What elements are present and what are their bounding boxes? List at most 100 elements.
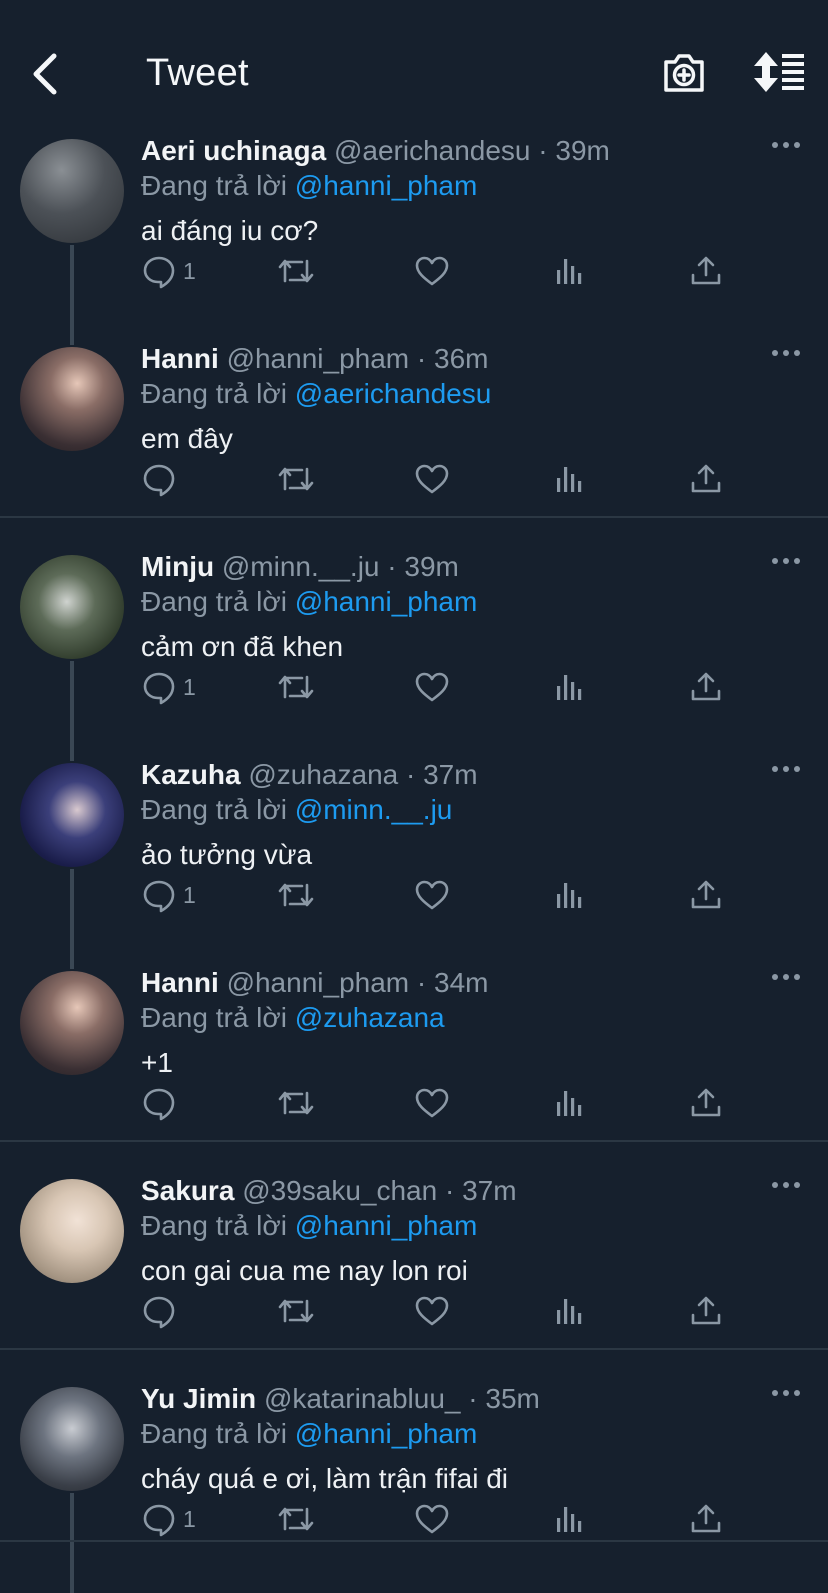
reply-button[interactable]: 1 xyxy=(141,667,196,707)
replying-to-handle[interactable]: @hanni_pham xyxy=(295,170,478,201)
like-icon xyxy=(415,1296,449,1326)
share-icon xyxy=(691,256,721,285)
avatar[interactable] xyxy=(20,1387,124,1491)
reply-button[interactable]: 1 xyxy=(141,1499,196,1539)
tweet-text: +1 xyxy=(141,1047,173,1078)
reply-icon xyxy=(143,672,175,705)
like-button[interactable] xyxy=(414,1083,450,1123)
reply-button[interactable] xyxy=(141,1083,183,1123)
views-button[interactable] xyxy=(552,875,588,915)
retweet-button[interactable] xyxy=(276,1291,316,1331)
avatar[interactable] xyxy=(20,1179,124,1283)
reply-button[interactable] xyxy=(141,1291,183,1331)
retweet-button[interactable] xyxy=(276,459,316,499)
views-button[interactable] xyxy=(552,1499,588,1539)
share-button[interactable] xyxy=(688,1499,724,1539)
more-options-icon xyxy=(772,558,800,564)
like-button[interactable] xyxy=(414,875,450,915)
tweet[interactable]: Kazuha @zuhazana · 37m Đang trả lời @min… xyxy=(0,751,828,969)
reply-icon xyxy=(143,1296,175,1329)
tweet[interactable]: Hanni @hanni_pham · 36m Đang trả lời @ae… xyxy=(0,335,828,543)
replying-to-handle[interactable]: @zuhazana xyxy=(295,1002,445,1033)
replying-to-handle[interactable]: @hanni_pham xyxy=(295,586,478,617)
more-options-button[interactable] xyxy=(768,135,804,155)
views-button[interactable] xyxy=(552,459,588,499)
replying-to: Đang trả lời @hanni_pham xyxy=(141,1418,477,1450)
avatar[interactable] xyxy=(20,971,124,1075)
replying-to-handle[interactable]: @hanni_pham xyxy=(295,1210,478,1241)
share-button[interactable] xyxy=(688,251,724,291)
handle-and-time: @katarinabluu_ · 35m xyxy=(263,1383,540,1414)
retweet-icon xyxy=(278,675,314,699)
tweet[interactable]: Minju @minn.__.ju · 39m Đang trả lời @ha… xyxy=(0,543,828,761)
retweet-button[interactable] xyxy=(276,1083,316,1123)
display-name[interactable]: Yu Jimin xyxy=(141,1383,256,1414)
share-button[interactable] xyxy=(688,459,724,499)
views-button[interactable] xyxy=(552,1291,588,1331)
like-button[interactable] xyxy=(414,1291,450,1331)
reply-button[interactable]: 1 xyxy=(141,875,196,915)
tweet[interactable]: Yu Jimin @katarinabluu_ · 35m Đang trả l… xyxy=(0,1375,828,1593)
handle-and-time: @hanni_pham · 36m xyxy=(226,343,489,374)
camera-button[interactable] xyxy=(660,48,708,96)
retweet-button[interactable] xyxy=(276,1499,316,1539)
share-button[interactable] xyxy=(688,667,724,707)
avatar[interactable] xyxy=(20,347,124,451)
views-button[interactable] xyxy=(552,667,588,707)
thread-line xyxy=(70,245,74,345)
like-icon xyxy=(415,256,449,286)
display-name[interactable]: Aeri uchinaga xyxy=(141,135,326,166)
tweet-header: Sakura @39saku_chan · 37m xyxy=(141,1175,517,1207)
replying-to: Đang trả lời @minn.__.ju xyxy=(141,794,452,826)
share-button[interactable] xyxy=(688,1083,724,1123)
display-name[interactable]: Sakura xyxy=(141,1175,234,1206)
thread-line xyxy=(70,869,74,969)
display-name[interactable]: Minju xyxy=(141,551,214,582)
avatar[interactable] xyxy=(20,763,124,867)
views-button[interactable] xyxy=(552,1083,588,1123)
reply-button[interactable] xyxy=(141,459,183,499)
reply-icon xyxy=(143,464,175,497)
share-button[interactable] xyxy=(688,875,724,915)
tweet[interactable]: Sakura @39saku_chan · 37m Đang trả lời @… xyxy=(0,1167,828,1375)
retweet-button[interactable] xyxy=(276,667,316,707)
more-options-button[interactable] xyxy=(768,967,804,987)
replying-to-handle[interactable]: @minn.__.ju xyxy=(295,794,453,825)
reply-button[interactable]: 1 xyxy=(141,251,196,291)
replying-to-handle[interactable]: @aerichandesu xyxy=(295,378,492,409)
replying-to-handle[interactable]: @hanni_pham xyxy=(295,1418,478,1449)
display-name[interactable]: Hanni xyxy=(141,343,219,374)
like-button[interactable] xyxy=(414,251,450,291)
replying-to-label: Đang trả lời xyxy=(141,1418,295,1449)
more-options-button[interactable] xyxy=(768,551,804,571)
like-button[interactable] xyxy=(414,459,450,499)
like-button[interactable] xyxy=(414,1499,450,1539)
divider xyxy=(0,1140,828,1142)
more-options-button[interactable] xyxy=(768,343,804,363)
share-button[interactable] xyxy=(688,1291,724,1331)
chevron-left-icon xyxy=(33,53,57,95)
more-options-button[interactable] xyxy=(768,1175,804,1195)
like-button[interactable] xyxy=(414,667,450,707)
tweet[interactable]: Hanni @hanni_pham · 34m Đang trả lời @zu… xyxy=(0,959,828,1167)
avatar[interactable] xyxy=(20,555,124,659)
more-options-button[interactable] xyxy=(768,1383,804,1403)
display-name[interactable]: Hanni xyxy=(141,967,219,998)
retweet-button[interactable] xyxy=(276,251,316,291)
like-icon xyxy=(415,464,449,494)
replying-to-label: Đang trả lời xyxy=(141,1210,295,1241)
reply-icon xyxy=(143,256,175,289)
tweet-text: con gai cua me nay lon roi xyxy=(141,1255,468,1286)
sort-button[interactable] xyxy=(752,50,808,94)
retweet-button[interactable] xyxy=(276,875,316,915)
avatar[interactable] xyxy=(20,139,124,243)
handle-and-time: @zuhazana · 37m xyxy=(248,759,478,790)
display-name[interactable]: Kazuha xyxy=(141,759,241,790)
retweet-icon xyxy=(278,259,314,283)
views-button[interactable] xyxy=(552,251,588,291)
replying-to: Đang trả lời @hanni_pham xyxy=(141,586,477,618)
back-button[interactable] xyxy=(26,50,66,98)
more-options-button[interactable] xyxy=(768,759,804,779)
tweet[interactable]: Aeri uchinaga @aerichandesu · 39m Đang t… xyxy=(0,127,828,345)
divider xyxy=(0,1348,828,1350)
